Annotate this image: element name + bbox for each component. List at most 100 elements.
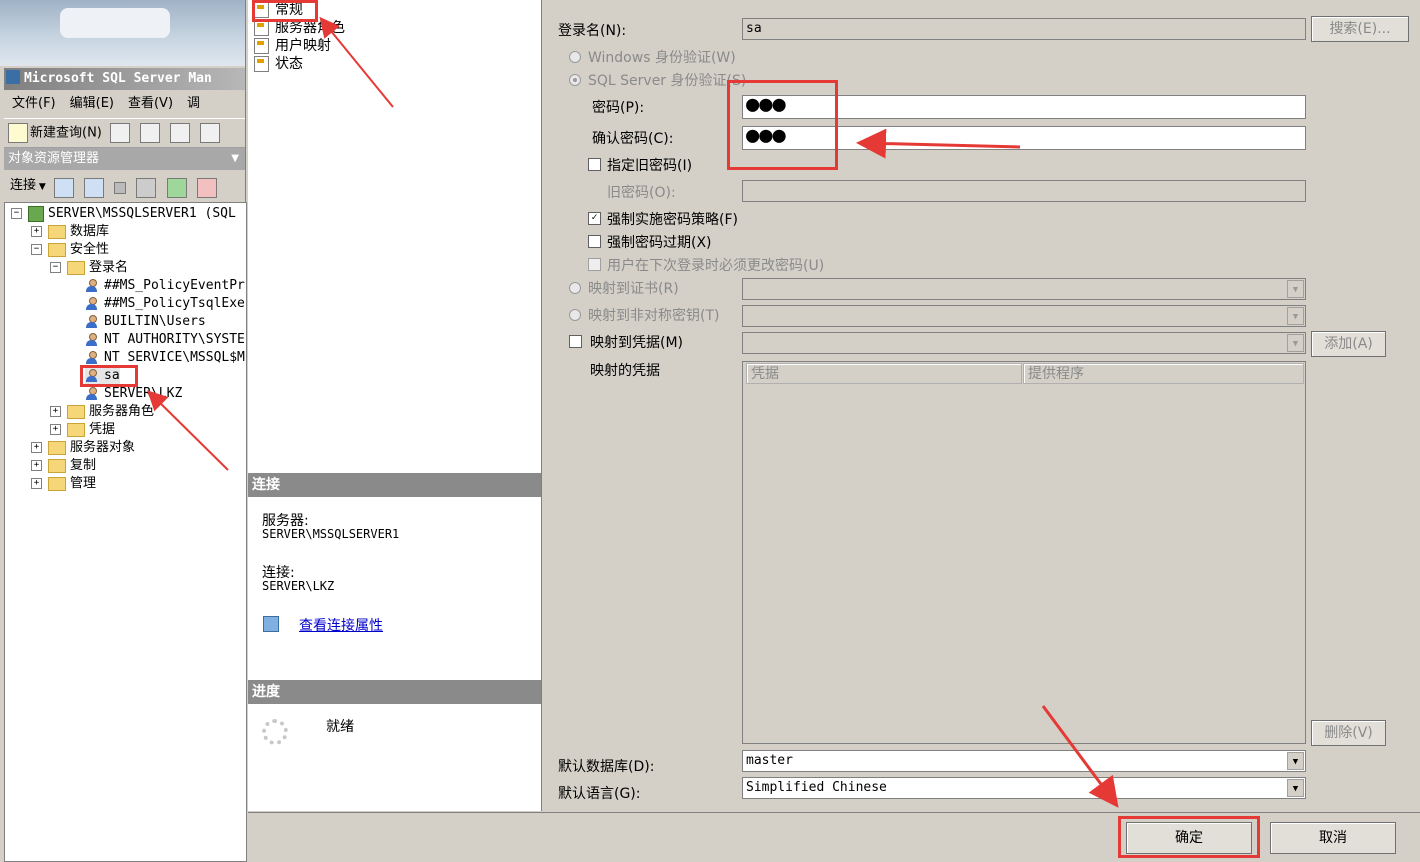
- expand-icon[interactable]: +: [31, 478, 42, 489]
- server-value: SERVER\MSSQLSERVER1: [262, 527, 400, 541]
- folder-icon: [67, 404, 85, 419]
- page-label: 服务器角色: [275, 20, 345, 36]
- disconnect-icon[interactable]: [84, 177, 105, 198]
- object-explorer-tree: − SERVER\MSSQLSERVER1 (SQL + 数据库 − 安全性 − 登录名…: [4, 202, 247, 862]
- specify-old-password-checkbox[interactable]: [588, 158, 601, 171]
- expand-icon[interactable]: +: [31, 442, 42, 453]
- expand-icon[interactable]: +: [31, 460, 42, 471]
- specify-old-password-label: 指定旧密码(I): [607, 158, 693, 174]
- collapse-icon[interactable]: −: [11, 208, 22, 219]
- new-file-icon[interactable]: [110, 123, 131, 143]
- grid-header-credential[interactable]: 凭据: [746, 363, 1022, 384]
- default-database-combo[interactable]: master: [742, 750, 1306, 772]
- grid-header-provider[interactable]: 提供程序: [1023, 363, 1304, 384]
- must-change-checkbox[interactable]: [588, 258, 601, 271]
- asym-key-combo[interactable]: [742, 305, 1306, 327]
- view-connection-properties-link[interactable]: 查看连接属性: [299, 615, 383, 635]
- new-query-button[interactable]: 新建查询(N): [30, 126, 102, 141]
- menu-debug[interactable]: 调: [187, 96, 200, 111]
- xmla-query-icon[interactable]: [200, 123, 221, 143]
- dmx-query-icon[interactable]: [170, 123, 191, 143]
- annotation-box-ok-button: [1118, 816, 1260, 858]
- tree-node-logins[interactable]: − 登录名: [50, 259, 128, 277]
- map-asym-key-radio[interactable]: [569, 309, 581, 321]
- search-button[interactable]: 搜索(E)...: [1311, 16, 1409, 42]
- chevron-down-icon[interactable]: ▼: [231, 148, 239, 170]
- annotation-box-general-page: [252, 0, 318, 22]
- expand-icon[interactable]: +: [31, 226, 42, 237]
- login-name-field[interactable]: sa: [742, 18, 1306, 40]
- server-icon: [28, 205, 44, 222]
- connect-dropdown-icon[interactable]: ▼: [36, 182, 46, 192]
- windows-auth-radio[interactable]: [569, 51, 581, 63]
- tree-node-security[interactable]: − 安全性: [31, 241, 109, 259]
- refresh-icon[interactable]: [166, 177, 187, 198]
- add-credential-button[interactable]: 添加(A): [1311, 331, 1386, 357]
- menu-view[interactable]: 查看(V): [128, 96, 173, 111]
- default-database-label: 默认数据库(D):: [558, 759, 655, 775]
- progress-status: 就绪: [326, 719, 354, 735]
- page-icon: [254, 56, 269, 72]
- tree-node-management[interactable]: + 管理: [31, 475, 96, 493]
- tree-node-server-roles[interactable]: + 服务器角色: [50, 403, 154, 421]
- mdx-query-icon[interactable]: [140, 123, 161, 143]
- tree-node-replication[interactable]: + 复制: [31, 457, 96, 475]
- tree-label-login: NT AUTHORITY\SYSTE: [104, 332, 245, 347]
- tree-node-credentials[interactable]: + 凭据: [50, 421, 115, 439]
- object-explorer-window: Microsoft SQL Server Man 文件(F) 编辑(E) 查看(V)…: [0, 0, 247, 862]
- tree-node-server-objects[interactable]: + 服务器对象: [31, 439, 135, 457]
- annotation-box-sa-login: [80, 365, 138, 387]
- page-icon: [254, 38, 269, 54]
- cancel-button[interactable]: 取消: [1270, 822, 1396, 854]
- tree-node-login[interactable]: ##MS_PolicyEventPr: [85, 277, 245, 295]
- page-icon: [254, 20, 269, 36]
- desktop-background: [0, 0, 245, 66]
- sql-auth-radio[interactable]: [569, 74, 581, 86]
- page-label: 用户映射: [275, 38, 331, 54]
- tree-node-login[interactable]: NT AUTHORITY\SYSTE: [85, 331, 245, 349]
- tree-label-management: 管理: [70, 476, 97, 491]
- tree-node-login[interactable]: SERVER\LKZ: [85, 385, 182, 403]
- map-certificate-radio[interactable]: [569, 282, 581, 294]
- old-password-field[interactable]: [742, 180, 1306, 202]
- login-user-icon: [85, 332, 99, 347]
- login-group-icon: [85, 350, 99, 365]
- stop-icon[interactable]: [114, 181, 127, 194]
- menu-file[interactable]: 文件(F): [12, 96, 56, 111]
- remove-credential-button[interactable]: 删除(V): [1311, 720, 1386, 746]
- page-status[interactable]: 状态: [254, 55, 303, 73]
- footer-divider: [248, 812, 1420, 813]
- folder-icon: [48, 440, 66, 455]
- expand-icon[interactable]: +: [50, 406, 61, 417]
- enforce-policy-checkbox[interactable]: ✓: [588, 212, 601, 225]
- login-group-icon: [85, 314, 99, 329]
- credential-combo[interactable]: [742, 332, 1306, 354]
- filter-icon[interactable]: [136, 177, 157, 198]
- activity-monitor-icon[interactable]: [196, 177, 217, 198]
- page-label: 状态: [275, 56, 303, 72]
- folder-icon: [48, 242, 66, 257]
- connect-icon[interactable]: [53, 177, 74, 198]
- enforce-expiration-checkbox[interactable]: [588, 235, 601, 248]
- collapse-icon[interactable]: −: [50, 262, 61, 273]
- default-language-label: 默认语言(G):: [558, 786, 641, 802]
- tree-node-login[interactable]: BUILTIN\Users: [85, 313, 206, 331]
- menu-edit[interactable]: 编辑(E): [70, 96, 114, 111]
- map-asym-key-label: 映射到非对称密钥(T): [588, 308, 720, 324]
- login-user-icon: [85, 296, 99, 311]
- connect-button[interactable]: 连接: [10, 178, 36, 193]
- ssms-title-bar[interactable]: Microsoft SQL Server Man: [4, 68, 245, 90]
- mapped-credentials-grid[interactable]: 凭据 提供程序: [742, 361, 1306, 744]
- folder-icon: [48, 476, 66, 491]
- tree-node-login[interactable]: ##MS_PolicyTsqlExe: [85, 295, 245, 313]
- default-language-combo[interactable]: Simplified Chinese: [742, 777, 1306, 799]
- page-user-mapping[interactable]: 用户映射: [254, 37, 331, 55]
- expand-icon[interactable]: +: [50, 424, 61, 435]
- tree-label-databases: 数据库: [70, 224, 110, 239]
- certificate-combo[interactable]: [742, 278, 1306, 300]
- tree-label-security: 安全性: [70, 242, 110, 257]
- tree-node-server[interactable]: − SERVER\MSSQLSERVER1 (SQL: [11, 205, 236, 223]
- map-credential-checkbox[interactable]: [569, 335, 582, 348]
- tree-node-databases[interactable]: + 数据库: [31, 223, 109, 241]
- collapse-icon[interactable]: −: [31, 244, 42, 255]
